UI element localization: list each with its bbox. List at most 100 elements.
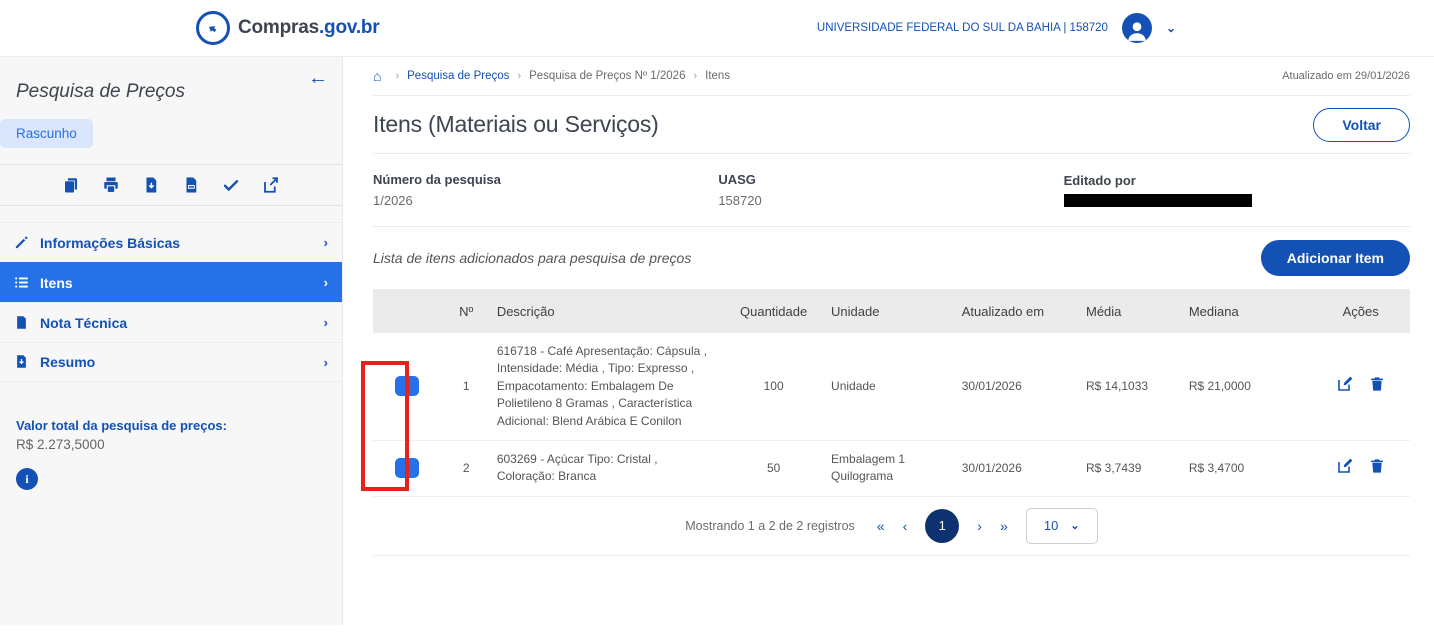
first-page-icon[interactable]: «	[877, 518, 885, 534]
nav-label: Itens	[40, 275, 324, 291]
cell-unidade: Unidade	[825, 333, 956, 440]
chevron-down-icon: ⌄	[1070, 519, 1079, 532]
divider	[373, 555, 1410, 556]
cell-media: R$ 3,7439	[1080, 440, 1183, 496]
cell-media: R$ 14,1033	[1080, 333, 1183, 440]
top-header: Compras.gov.br UNIVERSIDADE FEDERAL DO S…	[0, 0, 1434, 57]
copy-icon[interactable]	[62, 176, 80, 194]
field-label: UASG	[718, 172, 1063, 187]
row-info-button[interactable]: i	[395, 376, 419, 396]
col-header-media: Média	[1080, 289, 1183, 333]
file-download-icon	[14, 354, 30, 370]
total-value: R$ 2.273,5000	[16, 437, 326, 452]
col-header-acoes: Ações	[1311, 289, 1410, 333]
delete-icon[interactable]	[1369, 376, 1385, 392]
breadcrumb-separator: ›	[517, 70, 521, 82]
file-csv-icon[interactable]	[182, 176, 200, 194]
field-editado-por: Editado por	[1064, 173, 1409, 207]
pencil-icon	[14, 235, 30, 251]
col-header-info	[373, 289, 442, 333]
breadcrumb: ⌂ › Pesquisa de Preços › Pesquisa de Pre…	[373, 57, 1410, 95]
info-icon[interactable]: i	[16, 468, 38, 490]
share-icon[interactable]	[262, 176, 280, 194]
chevron-right-icon: ›	[324, 275, 328, 290]
delete-icon[interactable]	[1369, 458, 1385, 474]
cell-unidade: Embalagem 1 Quilograma	[825, 440, 956, 496]
sidebar-item-resumo[interactable]: Resumo ›	[0, 342, 342, 382]
adicionar-item-button[interactable]: Adicionar Item	[1261, 240, 1410, 276]
list-caption: Lista de itens adicionados para pesquisa…	[373, 250, 691, 266]
sidebar-item-informacoes-basicas[interactable]: Informações Básicas ›	[0, 222, 342, 262]
sidebar-item-itens[interactable]: Itens ›	[0, 262, 342, 302]
field-uasg: UASG 158720	[718, 172, 1063, 208]
field-value: 158720	[718, 193, 1063, 208]
table-row: i 2 603269 - Açúcar Tipo: Cristal , Colo…	[373, 440, 1410, 496]
user-menu-chevron-down-icon[interactable]: ⌄	[1166, 21, 1176, 35]
updated-at: Atualizado em 29/01/2026	[1282, 70, 1410, 82]
main-content: ⌂ › Pesquisa de Preços › Pesquisa de Pre…	[343, 57, 1434, 636]
cell-quantidade: 50	[722, 440, 825, 496]
page-size-value: 10	[1044, 518, 1058, 533]
chevron-right-icon: ›	[324, 355, 328, 370]
nav-label: Informações Básicas	[40, 235, 324, 251]
cell-mediana: R$ 21,0000	[1183, 333, 1312, 440]
last-page-icon[interactable]: »	[1000, 518, 1008, 534]
next-page-icon[interactable]: ›	[977, 518, 982, 534]
cell-atualizado-em: 30/01/2026	[956, 333, 1080, 440]
col-header-quantidade: Quantidade	[722, 289, 825, 333]
prev-page-icon[interactable]: ‹	[903, 518, 908, 534]
breadcrumb-pesquisa-de-precos[interactable]: Pesquisa de Preços	[407, 70, 509, 82]
org-name: UNIVERSIDADE FEDERAL DO SUL DA BAHIA | 1…	[817, 22, 1108, 34]
breadcrumb-separator: ›	[395, 70, 399, 82]
current-page-button[interactable]: 1	[925, 509, 959, 543]
home-icon[interactable]: ⌂	[373, 68, 381, 84]
sidebar-nav: Informações Básicas › Itens › Nota Técni…	[0, 222, 342, 382]
status-badge: Rascunho	[0, 119, 93, 148]
chevron-right-icon: ›	[324, 315, 328, 330]
edit-icon[interactable]	[1337, 458, 1353, 474]
col-header-numero: Nº	[442, 289, 491, 333]
items-table: Nº Descrição Quantidade Unidade Atualiza…	[373, 289, 1410, 497]
sidebar-item-nota-tecnica[interactable]: Nota Técnica ›	[0, 302, 342, 342]
col-header-atualizado-em: Atualizado em	[956, 289, 1080, 333]
nav-label: Resumo	[40, 354, 324, 370]
field-numero-pesquisa: Número da pesquisa 1/2026	[373, 172, 718, 208]
chevron-right-icon: ›	[324, 235, 328, 250]
field-label: Editado por	[1064, 173, 1409, 188]
table-header-row: Nº Descrição Quantidade Unidade Atualiza…	[373, 289, 1410, 333]
cell-atualizado-em: 30/01/2026	[956, 440, 1080, 496]
cell-mediana: R$ 3,4700	[1183, 440, 1312, 496]
edit-icon[interactable]	[1337, 376, 1353, 392]
page-title: Itens (Materiais ou Serviços)	[373, 111, 659, 138]
sidebar: ← Pesquisa de Preços Rascunho	[0, 57, 343, 625]
summary-fields: Número da pesquisa 1/2026 UASG 158720 Ed…	[373, 154, 1410, 226]
page-size-select[interactable]: 10 ⌄	[1026, 508, 1098, 544]
total-label: Valor total da pesquisa de preços:	[16, 418, 326, 433]
nav-label: Nota Técnica	[40, 315, 324, 331]
breadcrumb-pesquisa-n1-2026[interactable]: Pesquisa de Preços Nº 1/2026	[529, 70, 685, 82]
file-download-icon[interactable]	[142, 176, 160, 194]
field-value: 1/2026	[373, 193, 718, 208]
pagination-summary: Mostrando 1 a 2 de 2 registros	[685, 519, 855, 533]
pagination: Mostrando 1 a 2 de 2 registros « ‹ 1 › »…	[373, 497, 1410, 555]
compras-gov-logo[interactable]: Compras.gov.br	[196, 11, 380, 45]
field-label: Número da pesquisa	[373, 172, 718, 187]
sidebar-total: Valor total da pesquisa de preços: R$ 2.…	[0, 382, 342, 490]
row-info-button[interactable]: i	[395, 458, 419, 478]
user-avatar[interactable]	[1122, 13, 1152, 43]
print-icon[interactable]	[102, 176, 120, 194]
col-header-descricao: Descrição	[491, 289, 722, 333]
compras-logo-icon	[196, 11, 230, 45]
breadcrumb-itens: Itens	[705, 70, 730, 82]
check-icon[interactable]	[222, 176, 240, 194]
list-icon	[14, 275, 30, 291]
cell-quantidade: 100	[722, 333, 825, 440]
file-icon	[14, 315, 30, 331]
sidebar-collapse-arrow-icon[interactable]: ←	[308, 67, 328, 90]
cell-numero: 2	[442, 440, 491, 496]
voltar-button[interactable]: Voltar	[1313, 108, 1410, 142]
col-header-unidade: Unidade	[825, 289, 956, 333]
logo-text: Compras.gov.br	[238, 17, 380, 39]
sidebar-toolbar	[0, 164, 342, 206]
sidebar-title: Pesquisa de Preços	[0, 57, 342, 103]
